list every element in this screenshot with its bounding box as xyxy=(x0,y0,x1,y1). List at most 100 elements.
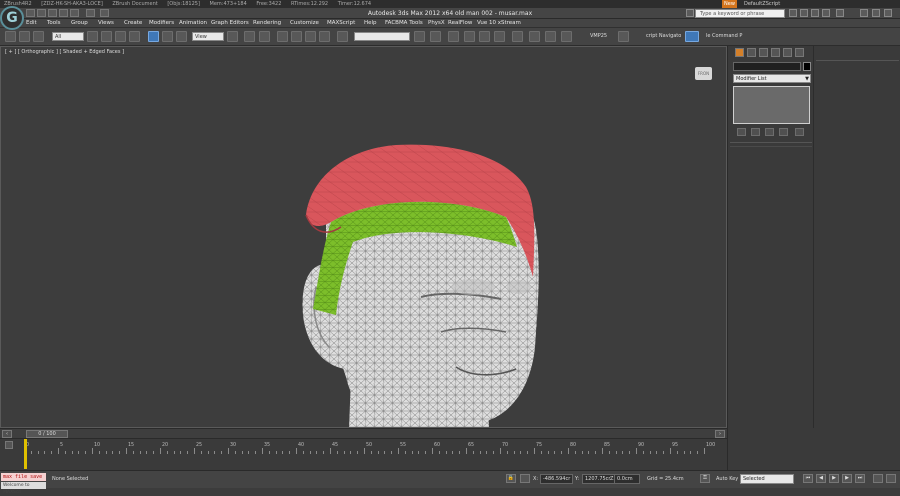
graphite-toggle-icon[interactable] xyxy=(464,31,475,42)
z-coordinate-field[interactable]: 0.0cm xyxy=(614,474,640,484)
menu-group[interactable]: Group xyxy=(71,19,88,28)
communication-center-icon[interactable] xyxy=(811,9,819,17)
close-icon[interactable] xyxy=(884,9,892,17)
track-bar[interactable]: 0 5 10 15 20 25 30 35 40 45 50 55 60 65 70 75 80 85 90 95 10… xyxy=(0,438,727,470)
render-production-icon[interactable] xyxy=(561,31,572,42)
time-cursor[interactable] xyxy=(24,439,27,469)
percent-snap-icon[interactable] xyxy=(305,31,316,42)
time-slider-thumb[interactable]: 0 / 100 xyxy=(26,430,68,438)
key-filter-dropdown[interactable]: Selected xyxy=(740,474,794,484)
menu-physx[interactable]: PhysX xyxy=(428,19,445,28)
hierarchy-tab-icon[interactable] xyxy=(759,48,768,57)
reference-coordinate-dropdown[interactable]: View xyxy=(192,32,224,41)
select-by-name-icon[interactable] xyxy=(101,31,112,42)
help-icon[interactable] xyxy=(836,9,844,17)
pivot-center-icon[interactable] xyxy=(227,31,238,42)
go-to-start-icon[interactable]: ⏮ xyxy=(803,474,813,483)
spinner-snap-icon[interactable] xyxy=(319,31,330,42)
menu-help[interactable]: Help xyxy=(364,19,377,28)
time-slider[interactable]: ‹ 0 / 100 › xyxy=(0,428,727,438)
angle-snap-icon[interactable] xyxy=(291,31,302,42)
selection-filter-dropdown[interactable]: All xyxy=(52,32,84,41)
zoom-extents-icon[interactable] xyxy=(873,474,883,483)
search-icon[interactable] xyxy=(789,9,797,17)
make-unique-icon[interactable] xyxy=(765,128,774,136)
app-logo-icon[interactable]: G xyxy=(0,6,24,30)
search-input[interactable]: Type a keyword or phrase xyxy=(695,9,785,18)
edit-named-sets-icon[interactable] xyxy=(337,31,348,42)
frame-ruler[interactable]: 0 5 10 15 20 25 30 35 40 45 50 55 60 65 70 75 80 85 90 95 10… xyxy=(24,441,715,469)
unlink-icon[interactable] xyxy=(19,31,30,42)
align-icon[interactable] xyxy=(430,31,441,42)
key-icon[interactable]: ⚿ xyxy=(700,474,710,483)
menu-customize[interactable]: Customize xyxy=(290,19,319,28)
skull-plugin-icon[interactable] xyxy=(618,31,629,42)
lock-selection-icon[interactable]: 🔒 xyxy=(506,474,516,483)
next-frame-icon[interactable]: › xyxy=(715,430,725,438)
next-key-icon[interactable]: ▶ xyxy=(842,474,852,483)
menu-graph-editors[interactable]: Graph Editors xyxy=(211,19,249,28)
motion-tab-icon[interactable] xyxy=(771,48,780,57)
perspective-viewport[interactable]: [ + ] [ Orthographic ] [ Shaded + Edged … xyxy=(0,46,727,428)
menu-realflow[interactable]: RealFlow xyxy=(448,19,472,28)
menu-animation[interactable]: Animation xyxy=(179,19,207,28)
named-selection-dropdown[interactable] xyxy=(354,32,410,41)
select-scale-icon[interactable] xyxy=(176,31,187,42)
mirror-icon[interactable] xyxy=(414,31,425,42)
display-tab-icon[interactable] xyxy=(783,48,792,57)
menu-facbma-tools[interactable]: FACBMA Tools xyxy=(385,19,423,28)
minimize-icon[interactable] xyxy=(860,9,868,17)
play-icon[interactable]: ▶ xyxy=(829,474,839,483)
object-color-swatch[interactable] xyxy=(803,62,811,71)
menu-views[interactable]: Views xyxy=(98,19,114,28)
keyboard-shortcut-icon[interactable] xyxy=(259,31,270,42)
layer-manager-icon[interactable] xyxy=(448,31,459,42)
snaps-toggle-icon[interactable] xyxy=(277,31,288,42)
maximize-icon[interactable] xyxy=(872,9,880,17)
previous-frame-icon[interactable]: ‹ xyxy=(2,430,12,438)
script-navigator-button[interactable]: cript Navigato xyxy=(646,32,681,41)
menu-modifiers[interactable]: Modifiers xyxy=(149,19,174,28)
link-icon[interactable] xyxy=(5,31,16,42)
curve-editor-mini-icon[interactable] xyxy=(5,441,13,449)
menu-edit[interactable]: Edit xyxy=(26,19,37,28)
menu-create[interactable]: Create xyxy=(124,19,142,28)
command-panel-button[interactable]: le Command P xyxy=(706,32,742,41)
go-to-end-icon[interactable]: ⏭ xyxy=(855,474,865,483)
material-editor-icon[interactable] xyxy=(512,31,523,42)
render-setup-icon[interactable] xyxy=(529,31,540,42)
curve-editor-icon[interactable] xyxy=(479,31,490,42)
select-object-icon[interactable] xyxy=(87,31,98,42)
menu-rendering[interactable]: Rendering xyxy=(253,19,281,28)
previous-key-icon[interactable]: ◀ xyxy=(816,474,826,483)
absolute-mode-icon[interactable] xyxy=(520,474,530,483)
select-move-icon[interactable] xyxy=(148,31,159,42)
rendered-frame-icon[interactable] xyxy=(545,31,556,42)
pan-view-icon[interactable] xyxy=(886,474,896,483)
zscript-label[interactable]: DefaultZScript xyxy=(744,0,780,8)
show-end-result-icon[interactable] xyxy=(751,128,760,136)
subscription-icon[interactable] xyxy=(800,9,808,17)
menu-tools[interactable]: Tools xyxy=(47,19,61,28)
menu-maxscript[interactable]: MAXScript xyxy=(327,19,355,28)
menu-vue-xstream[interactable]: Vue 10 xStream xyxy=(477,19,521,28)
search-arrow-icon[interactable] xyxy=(686,9,694,17)
modifier-stack[interactable] xyxy=(733,86,810,124)
bind-space-warp-icon[interactable] xyxy=(33,31,44,42)
object-name-field[interactable] xyxy=(733,62,801,71)
favorites-icon[interactable] xyxy=(822,9,830,17)
modifier-list-dropdown[interactable]: Modifier List ▼ xyxy=(733,74,811,83)
vmp-label[interactable]: VMP25 xyxy=(590,32,607,41)
maxscript-listener-input[interactable]: max file save xyxy=(1,473,46,481)
x-coordinate-field[interactable]: -486.594cr xyxy=(540,474,573,484)
utilities-tab-icon[interactable] xyxy=(795,48,804,57)
pin-stack-icon[interactable] xyxy=(737,128,746,136)
select-rotate-icon[interactable] xyxy=(162,31,173,42)
select-manipulate-icon[interactable] xyxy=(244,31,255,42)
new-badge[interactable]: New xyxy=(722,0,737,8)
create-tab-icon[interactable] xyxy=(735,48,744,57)
remove-modifier-icon[interactable] xyxy=(779,128,788,136)
auto-key-button[interactable]: Auto Key xyxy=(716,474,738,484)
schematic-view-icon[interactable] xyxy=(494,31,505,42)
modify-tab-icon[interactable] xyxy=(747,48,756,57)
